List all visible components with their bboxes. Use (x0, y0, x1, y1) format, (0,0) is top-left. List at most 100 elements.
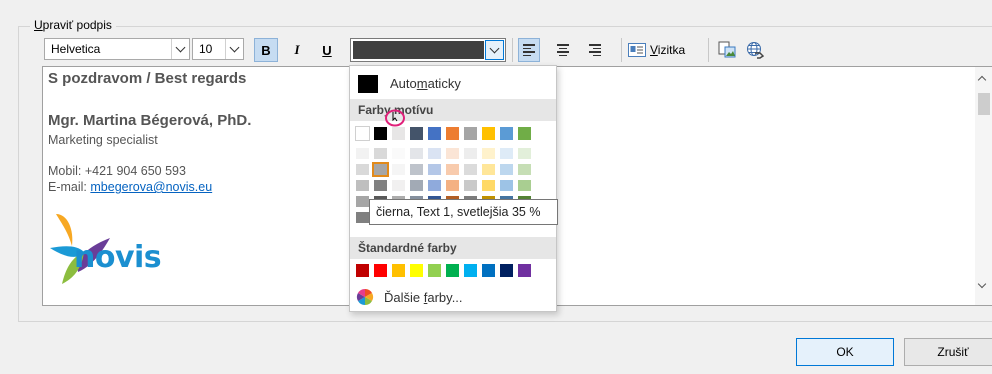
theme-color-swatch[interactable] (374, 127, 387, 140)
theme-color-shade-swatch[interactable] (428, 180, 441, 191)
standard-colors-header: Štandardné farby (350, 237, 556, 259)
theme-color-shade-swatch[interactable] (428, 148, 441, 159)
color-tooltip: čierna, Text 1, svetlejšia 35 % (369, 199, 558, 225)
italic-button[interactable]: I (286, 38, 308, 62)
automatic-color-option[interactable]: Automaticky (390, 76, 461, 91)
theme-color-shade-swatch[interactable] (356, 148, 369, 159)
insert-picture-button[interactable] (716, 38, 738, 62)
business-card-button[interactable]: Vizitka (628, 38, 702, 62)
business-card-label: Vizitka (650, 43, 686, 57)
ok-button[interactable]: OK (796, 338, 894, 366)
theme-color-swatch[interactable] (518, 127, 531, 140)
theme-color-shade-swatch[interactable] (500, 180, 513, 191)
standard-color-swatch[interactable] (374, 264, 387, 277)
theme-color-shade-swatch[interactable] (392, 148, 405, 159)
align-right-button[interactable] (584, 38, 606, 62)
align-center-icon (557, 44, 569, 56)
standard-color-swatch[interactable] (392, 264, 405, 277)
theme-color-swatch[interactable] (355, 126, 370, 141)
color-wheel-icon (356, 288, 374, 306)
theme-color-shade-swatch[interactable] (356, 164, 369, 175)
signature-greeting: S pozdravom / Best regards (48, 70, 247, 87)
theme-color-shade-swatch[interactable] (372, 162, 389, 177)
theme-color-shade-swatch[interactable] (482, 164, 495, 175)
theme-color-shade-swatch[interactable] (446, 164, 459, 175)
theme-color-shade-swatch[interactable] (464, 164, 477, 175)
chevron-down-icon[interactable] (977, 279, 987, 289)
toolbar-separator (512, 38, 513, 62)
standard-color-swatch[interactable] (428, 264, 441, 277)
theme-color-shade-swatch[interactable] (482, 180, 495, 191)
insert-picture-icon (718, 41, 736, 58)
automatic-color-swatch[interactable] (358, 75, 378, 93)
standard-color-swatch[interactable] (518, 264, 531, 277)
theme-color-shade-swatch[interactable] (356, 212, 369, 223)
font-name-value: Helvetica (51, 42, 101, 56)
theme-color-shade-swatch[interactable] (410, 180, 423, 191)
cancel-button[interactable]: Zrušiť (904, 338, 992, 366)
underline-button[interactable]: U (316, 38, 338, 62)
standard-color-swatch[interactable] (356, 264, 369, 277)
standard-color-swatch[interactable] (500, 264, 513, 277)
globe-link-icon (747, 42, 764, 59)
theme-color-swatch[interactable] (410, 127, 423, 140)
font-name-combo[interactable]: Helvetica (44, 38, 190, 60)
theme-color-shade-swatch[interactable] (356, 180, 369, 191)
align-right-icon (589, 44, 601, 56)
align-left-button[interactable] (518, 38, 540, 62)
business-card-icon (628, 43, 646, 57)
theme-color-shade-swatch[interactable] (500, 164, 513, 175)
signature-role: Marketing specialist (48, 133, 158, 147)
theme-colors-header: Farby motívu (350, 99, 556, 121)
color-picker-panel: Automaticky Farby motívu Štandardné farb… (349, 65, 557, 312)
theme-color-shade-swatch[interactable] (392, 164, 405, 175)
insert-link-button[interactable] (744, 38, 766, 62)
theme-color-swatch[interactable] (500, 127, 513, 140)
theme-color-shade-swatch[interactable] (428, 164, 441, 175)
theme-color-swatch[interactable] (482, 127, 495, 140)
more-colors-option[interactable]: Ďalšie farby... (384, 290, 463, 305)
standard-color-swatch[interactable] (410, 264, 423, 277)
chevron-up-icon[interactable] (977, 75, 987, 85)
chevron-down-icon[interactable] (225, 39, 243, 59)
theme-color-shade-swatch[interactable] (482, 148, 495, 159)
signature-name: Mgr. Martina Bégerová, PhD. (48, 112, 252, 129)
theme-color-shade-swatch[interactable] (518, 164, 531, 175)
chevron-down-icon[interactable] (171, 39, 189, 59)
theme-color-swatch[interactable] (446, 127, 459, 140)
theme-color-shade-swatch[interactable] (410, 164, 423, 175)
font-color-combo[interactable] (350, 38, 506, 62)
editor-scrollbar[interactable] (975, 67, 992, 305)
standard-color-swatch[interactable] (446, 264, 459, 277)
scrollbar-thumb[interactable] (978, 93, 990, 115)
theme-color-shade-swatch[interactable] (374, 148, 387, 159)
theme-color-swatch[interactable] (428, 127, 441, 140)
novis-logo: novis (48, 212, 188, 288)
theme-color-swatch[interactable] (464, 127, 477, 140)
theme-color-swatch[interactable] (392, 127, 405, 140)
theme-color-shade-swatch[interactable] (518, 180, 531, 191)
font-size-combo[interactable]: 10 (192, 38, 244, 60)
theme-color-shade-swatch[interactable] (500, 148, 513, 159)
group-label: Upraviť podpis (30, 18, 116, 32)
font-color-preview (353, 41, 484, 59)
font-size-value: 10 (199, 42, 213, 56)
bold-button[interactable]: B (254, 38, 278, 62)
email-link[interactable]: mbegerova@novis.eu (90, 180, 212, 194)
theme-color-shade-swatch[interactable] (410, 148, 423, 159)
theme-color-shade-swatch[interactable] (392, 180, 405, 191)
theme-color-shade-swatch[interactable] (446, 180, 459, 191)
theme-color-shade-swatch[interactable] (464, 180, 477, 191)
align-center-button[interactable] (552, 38, 574, 62)
chevron-down-icon[interactable] (485, 40, 504, 60)
standard-color-swatch[interactable] (482, 264, 495, 277)
theme-color-shade-swatch[interactable] (518, 148, 531, 159)
cursor-highlight-icon (385, 109, 405, 127)
align-left-icon (523, 44, 535, 56)
theme-color-shade-swatch[interactable] (446, 148, 459, 159)
standard-color-swatch[interactable] (464, 264, 477, 277)
theme-color-shade-swatch[interactable] (374, 180, 387, 191)
theme-color-shade-swatch[interactable] (464, 148, 477, 159)
theme-color-shade-swatch[interactable] (356, 196, 369, 207)
novis-logo-text: novis (74, 240, 162, 275)
